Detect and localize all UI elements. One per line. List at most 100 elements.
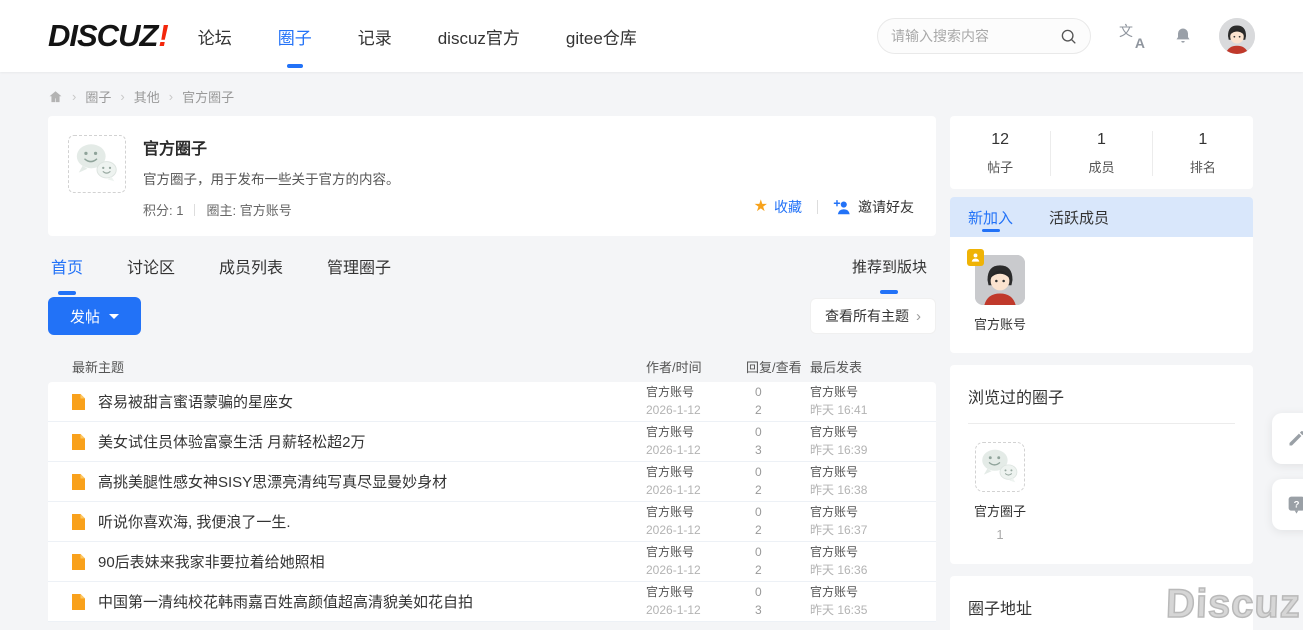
last-time[interactable]: 昨天 16:39 (810, 442, 936, 459)
favorite-button[interactable]: ★ 收藏 (754, 197, 802, 217)
member-avatar[interactable] (975, 255, 1025, 305)
topic-link[interactable]: 90后表妹来我家非要拉着给她照相 (98, 551, 325, 572)
author-name[interactable]: 官方账号 (646, 424, 746, 441)
main-nav: 论坛 圈子 记录 discuz官方 gitee仓库 (198, 24, 637, 49)
search-input[interactable] (891, 28, 1060, 44)
members-body: 官方账号 (950, 237, 1253, 353)
table-row: 美女试住员体验富豪生活 月薪轻松超2万 官方账号2026-1-12 03 官方账… (48, 422, 936, 462)
last-time[interactable]: 昨天 16:36 (810, 562, 936, 579)
author-name[interactable]: 官方账号 (646, 584, 746, 601)
visited-group-name[interactable]: 官方圈子 (974, 501, 1026, 520)
group-info-card: 官方圈子 官方圈子，用于发布一些关于官方的内容。 积分: 1 圈主: 官方账号 … (48, 116, 936, 236)
question-icon: ? (1286, 494, 1303, 515)
notification-bell-icon[interactable] (1173, 26, 1193, 46)
translate-icon[interactable]: 文 A (1119, 23, 1147, 49)
view-all-topics-button[interactable]: 查看所有主题 › (810, 298, 936, 334)
nav-item-groups[interactable]: 圈子 (278, 24, 312, 49)
author-cell: 官方账号2026-1-12 (646, 464, 746, 499)
visited-group-item[interactable]: 官方圈子 1 (974, 442, 1026, 542)
toolbar: 发帖 查看所有主题 › (48, 297, 936, 335)
last-author[interactable]: 官方账号 (810, 504, 936, 521)
view-count: 3 (755, 442, 810, 459)
tab-home[interactable]: 首页 (51, 254, 83, 278)
topic-link[interactable]: 高挑美腿性感女神SISY思漂亮清纯写真尽显曼妙身材 (98, 471, 447, 492)
last-time[interactable]: 昨天 16:38 (810, 482, 936, 499)
topic-link[interactable]: 中国第一清纯校花韩雨嘉百姓高颜值超高清貌美如花自拍 (98, 591, 473, 612)
last-post-cell: 官方账号昨天 16:39 (810, 424, 936, 459)
group-owner[interactable]: 圈主: 官方账号 (206, 200, 291, 219)
new-post-label: 发帖 (70, 306, 100, 327)
view-count: 2 (755, 562, 810, 579)
tab-member-list[interactable]: 成员列表 (219, 254, 283, 278)
tab-discussion[interactable]: 讨论区 (127, 254, 175, 278)
last-time[interactable]: 昨天 16:41 (810, 402, 936, 419)
topic-link[interactable]: 容易被甜言蜜语蒙骗的星座女 (98, 391, 293, 412)
last-author[interactable]: 官方账号 (810, 464, 936, 481)
document-icon (71, 593, 86, 611)
invite-friends-button[interactable]: 邀请好友 (833, 197, 914, 217)
topic-link[interactable]: 听说你喜欢海, 我便浪了一生. (98, 511, 291, 532)
edit-float-button[interactable] (1272, 413, 1303, 464)
visited-group-avatar[interactable] (975, 442, 1025, 492)
member-name[interactable]: 官方账号 (974, 314, 1026, 333)
help-float-button[interactable]: ? (1272, 479, 1303, 530)
search-icon[interactable] (1060, 28, 1077, 45)
last-author[interactable]: 官方账号 (810, 584, 936, 601)
breadcrumb-item-official-group[interactable]: 官方圈子 (182, 87, 234, 106)
meta-divider (194, 204, 195, 216)
nav-item-gitee-repo[interactable]: gitee仓库 (566, 24, 637, 49)
nav-item-discuz-official[interactable]: discuz官方 (438, 24, 520, 49)
reply-count: 0 (755, 464, 810, 481)
visited-groups-card: 浏览过的圈子 官方圈子 1 (950, 365, 1253, 564)
table-row: 高挑美腿性感女神SISY思漂亮清纯写真尽显曼妙身材 官方账号2026-1-12 … (48, 462, 936, 502)
reply-count: 0 (755, 544, 810, 561)
last-author[interactable]: 官方账号 (810, 544, 936, 561)
stat-members-value: 1 (1051, 131, 1151, 149)
discuz-logo[interactable]: DISCUZ! (48, 18, 168, 54)
stat-members-label: 成员 (1051, 157, 1151, 176)
search-box[interactable] (877, 18, 1091, 54)
last-post-cell: 官方账号昨天 16:37 (810, 504, 936, 539)
person-plus-icon (833, 199, 852, 216)
recommend-to-forum-link[interactable]: 推荐到版块 (852, 256, 927, 277)
topic-title-cell: 90后表妹来我家非要拉着给她照相 (48, 551, 646, 572)
post-date: 2026-1-12 (646, 562, 746, 579)
last-time[interactable]: 昨天 16:37 (810, 522, 936, 539)
last-post-cell: 官方账号昨天 16:38 (810, 464, 936, 499)
document-icon (71, 433, 86, 451)
stat-rank-label: 排名 (1153, 157, 1253, 176)
table-row: 听说你喜欢海, 我便浪了一生. 官方账号2026-1-12 02 官方账号昨天 … (48, 502, 936, 542)
author-name[interactable]: 官方账号 (646, 464, 746, 481)
breadcrumb-item-groups[interactable]: 圈子 (85, 87, 111, 106)
page: DISCUZ! 论坛 圈子 记录 discuz官方 gitee仓库 文 A (0, 0, 1303, 630)
topic-table-header: 最新主题 作者/时间 回复/查看 最后发表 (48, 350, 936, 382)
breadcrumb-item-other[interactable]: 其他 (134, 87, 160, 106)
new-post-button[interactable]: 发帖 (48, 297, 141, 335)
last-author[interactable]: 官方账号 (810, 384, 936, 401)
author-name[interactable]: 官方账号 (646, 504, 746, 521)
main-column: 官方圈子 官方圈子，用于发布一些关于官方的内容。 积分: 1 圈主: 官方账号 … (48, 116, 936, 622)
nav-item-forum[interactable]: 论坛 (198, 24, 232, 49)
stat-members: 1 成员 (1050, 131, 1151, 176)
nav-item-records[interactable]: 记录 (358, 24, 392, 49)
translate-en-glyph: A (1135, 35, 1145, 51)
topic-link[interactable]: 美女试住员体验富豪生活 月薪轻松超2万 (98, 431, 366, 452)
user-avatar[interactable] (1219, 18, 1255, 54)
group-avatar[interactable] (68, 135, 126, 193)
tab-new-members[interactable]: 新加入 (968, 197, 1013, 237)
tab-active-members[interactable]: 活跃成员 (1049, 197, 1109, 237)
view-count: 2 (755, 482, 810, 499)
home-icon[interactable] (48, 89, 63, 104)
author-cell: 官方账号2026-1-12 (646, 384, 746, 419)
divider (968, 423, 1235, 424)
last-time[interactable]: 昨天 16:35 (810, 602, 936, 619)
topic-title-cell: 中国第一清纯校花韩雨嘉百姓高颜值超高清貌美如花自拍 (48, 591, 646, 612)
replies-cell: 02 (746, 544, 810, 579)
topic-title-cell: 美女试住员体验富豪生活 月薪轻松超2万 (48, 431, 646, 452)
last-author[interactable]: 官方账号 (810, 424, 936, 441)
replies-cell: 02 (746, 464, 810, 499)
author-name[interactable]: 官方账号 (646, 384, 746, 401)
member-item[interactable]: 官方账号 (974, 255, 1026, 333)
author-name[interactable]: 官方账号 (646, 544, 746, 561)
tab-manage-group[interactable]: 管理圈子 (327, 254, 391, 278)
